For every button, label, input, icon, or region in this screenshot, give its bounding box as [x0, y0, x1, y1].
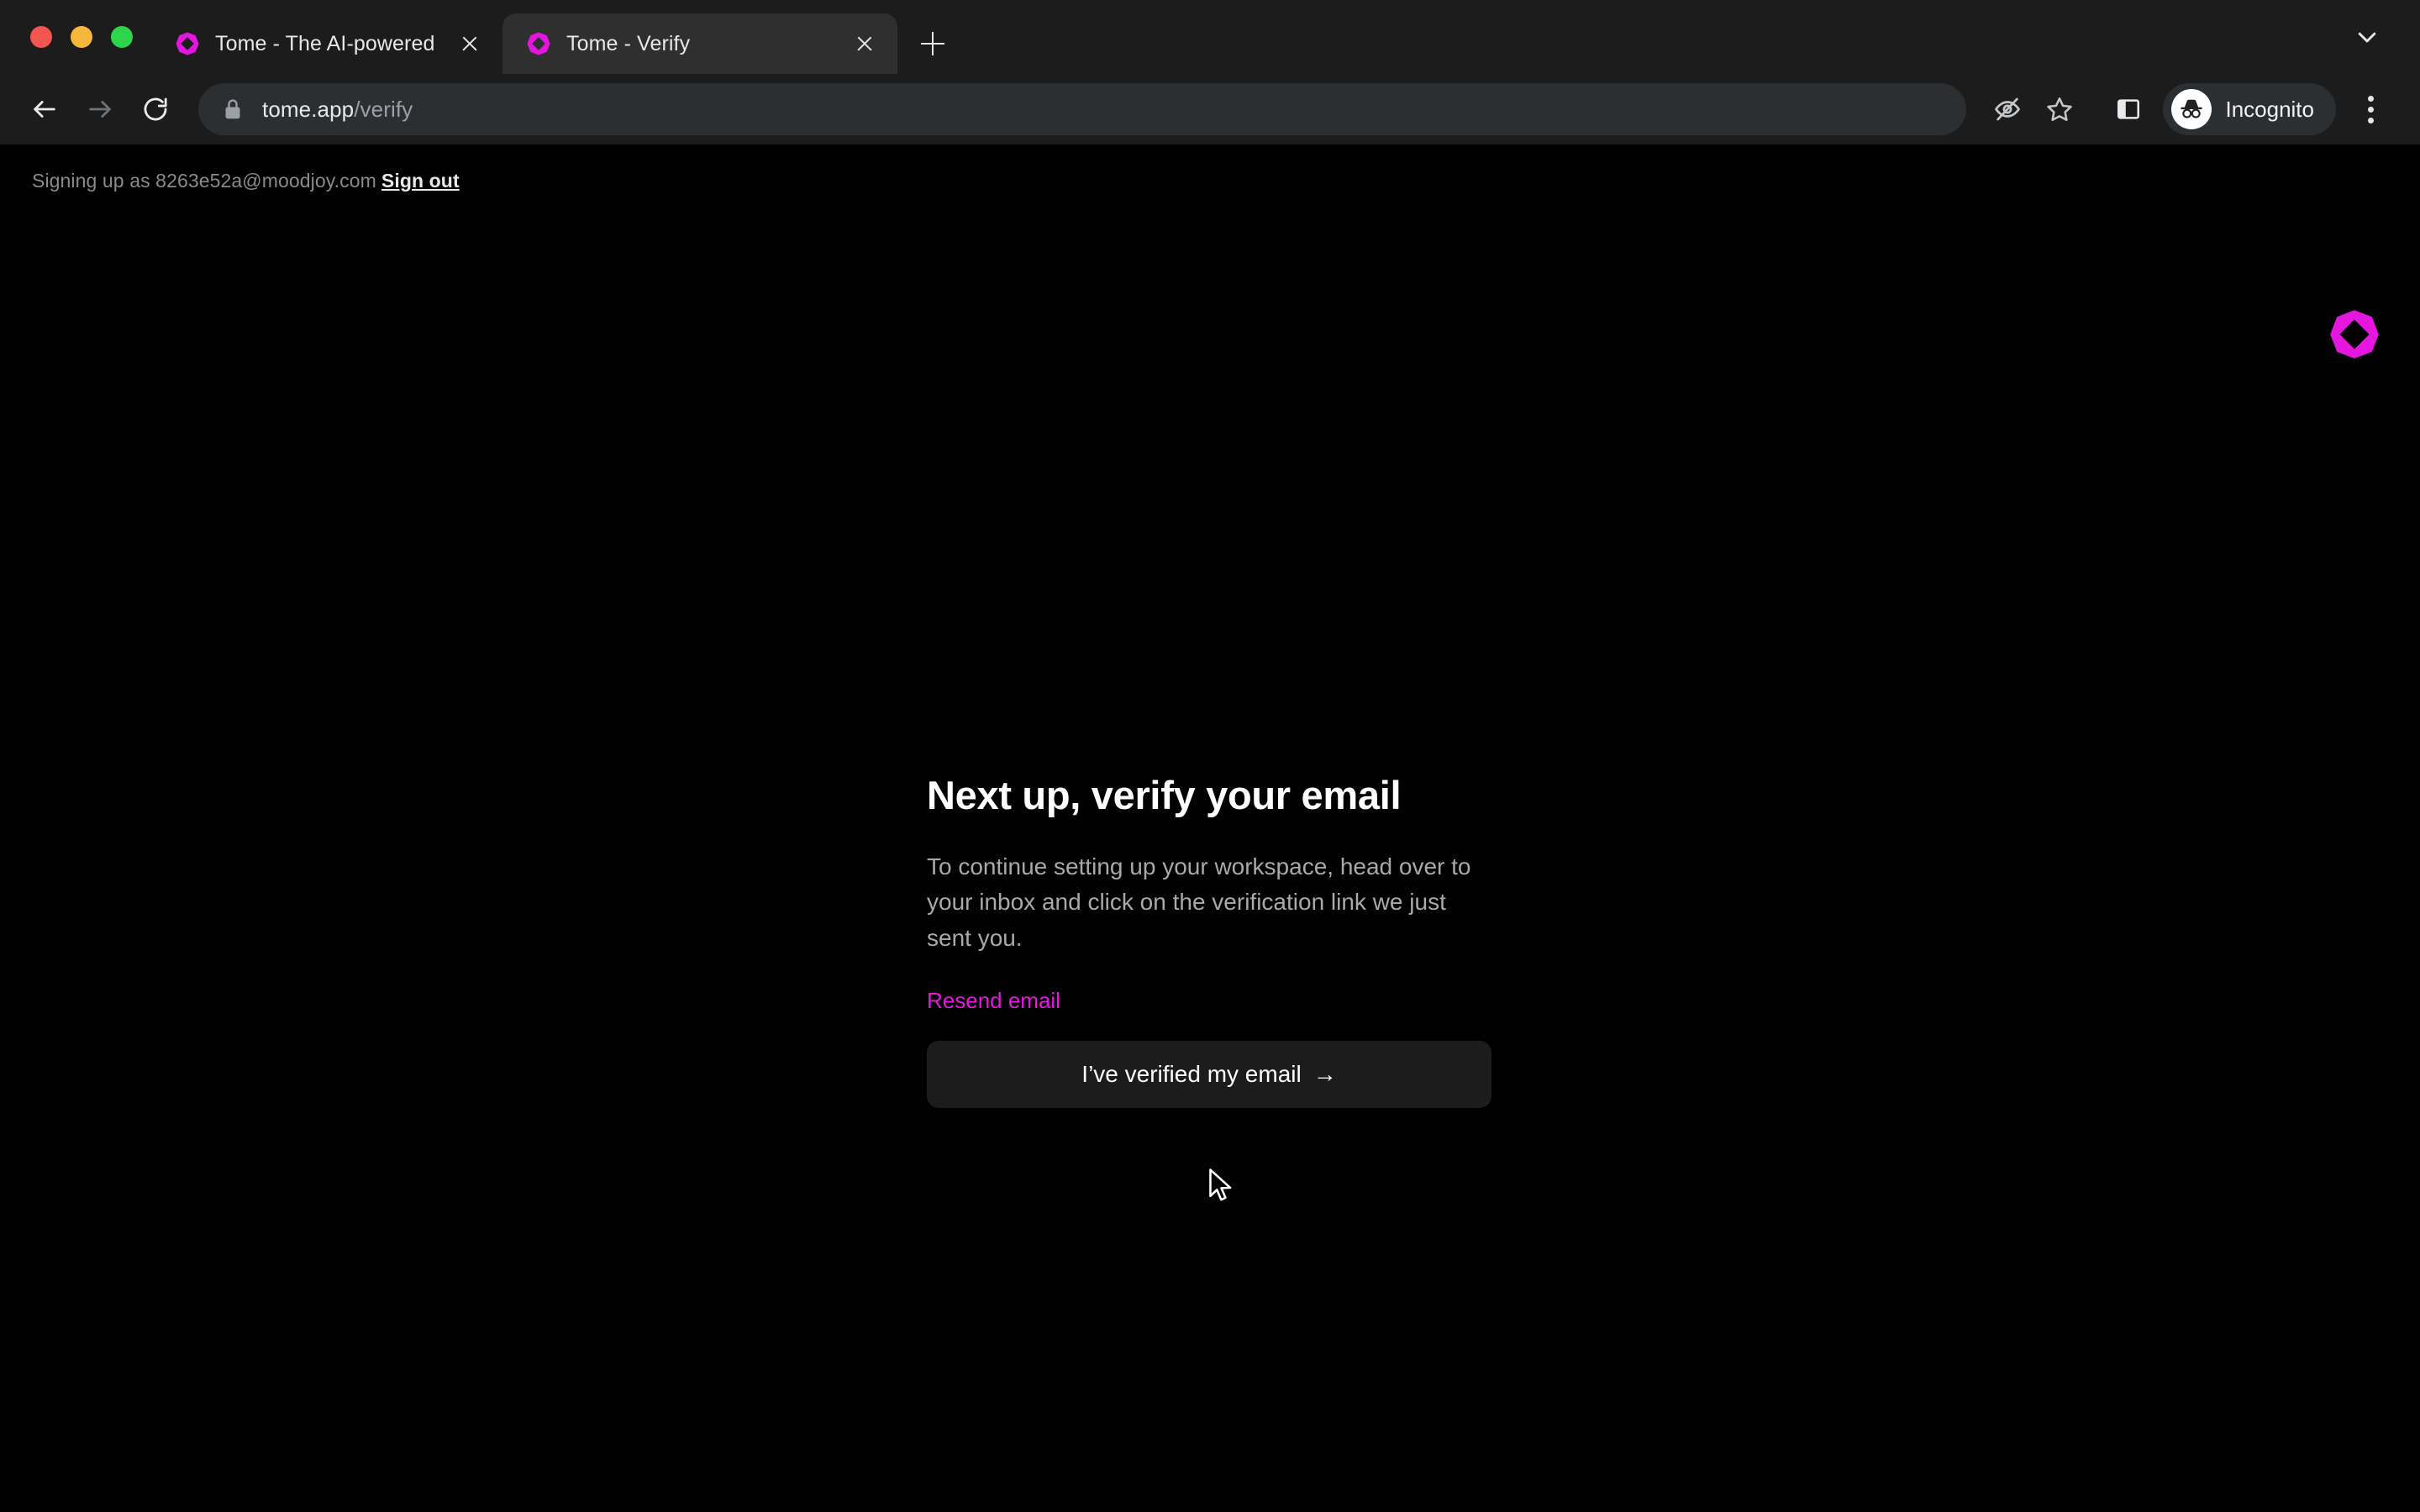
side-panel-icon[interactable]	[2104, 85, 2153, 134]
tab-title: Tome - The AI-powered storytelling forma…	[215, 31, 440, 55]
arrow-right-icon: →	[1313, 1061, 1337, 1088]
url-text: tome.app/verify	[262, 97, 413, 123]
resend-email-link[interactable]: Resend email	[927, 988, 1060, 1014]
sign-out-link[interactable]: Sign out	[381, 170, 460, 192]
chevron-down-icon[interactable]	[2344, 14, 2390, 60]
browser-toolbar: tome.app/verify Incognito	[0, 74, 2420, 144]
incognito-label: Incognito	[2225, 96, 2314, 122]
close-tab-button[interactable]	[850, 29, 879, 58]
incognito-profile-button[interactable]: Incognito	[2163, 83, 2336, 135]
back-arrow-icon[interactable]	[18, 83, 71, 135]
tome-logo-icon	[527, 32, 550, 55]
close-window-button[interactable]	[30, 26, 52, 48]
maximize-window-button[interactable]	[111, 26, 133, 48]
browser-window: Tome - The AI-powered storytelling forma…	[0, 0, 2420, 1512]
verify-card: Next up, verify your email To continue s…	[927, 773, 1498, 1109]
new-tab-button[interactable]	[906, 13, 960, 74]
url-path: /verify	[354, 96, 413, 122]
forward-arrow-icon[interactable]	[74, 83, 126, 135]
page-viewport: Signing up as 8263e52a@moodjoy.com Sign o…	[0, 144, 2420, 1512]
lock-icon[interactable]	[222, 97, 244, 122]
mouse-cursor	[1209, 1168, 1232, 1201]
tome-logo-icon	[2330, 310, 2379, 359]
tab-list: Tome - The AI-powered storytelling forma…	[151, 0, 960, 74]
eye-slash-icon[interactable]	[1983, 85, 2032, 134]
tab-tome-storytelling[interactable]: Tome - The AI-powered storytelling forma…	[151, 13, 502, 74]
incognito-icon	[2171, 89, 2212, 129]
tab-title: Tome - Verify	[566, 31, 691, 55]
tome-logo-icon	[176, 32, 199, 55]
tab-strip: Tome - The AI-powered storytelling forma…	[0, 0, 2420, 74]
signup-notice-text: Signing up as 8263e52a@moodjoy.com	[32, 170, 376, 192]
page-title: Next up, verify your email	[927, 773, 1402, 817]
reload-icon[interactable]	[129, 83, 182, 135]
tab-strip-right	[2344, 0, 2420, 74]
verified-email-button[interactable]: I’ve verified my email →	[927, 1041, 1491, 1109]
minimize-window-button[interactable]	[71, 26, 92, 48]
close-tab-button[interactable]	[455, 29, 484, 58]
url-domain: tome.app	[262, 96, 355, 122]
signup-notice: Signing up as 8263e52a@moodjoy.com Sign o…	[32, 170, 460, 192]
three-dot-menu-icon[interactable]	[2346, 85, 2395, 134]
verified-email-button-label: I’ve verified my email	[1081, 1061, 1302, 1088]
star-icon[interactable]	[2035, 85, 2084, 134]
tab-tome-verify[interactable]: Tome - Verify	[502, 13, 897, 74]
page-body-text: To continue setting up your workspace, h…	[927, 853, 1471, 951]
window-controls	[0, 0, 151, 74]
address-bar[interactable]: tome.app/verify	[198, 83, 1967, 135]
